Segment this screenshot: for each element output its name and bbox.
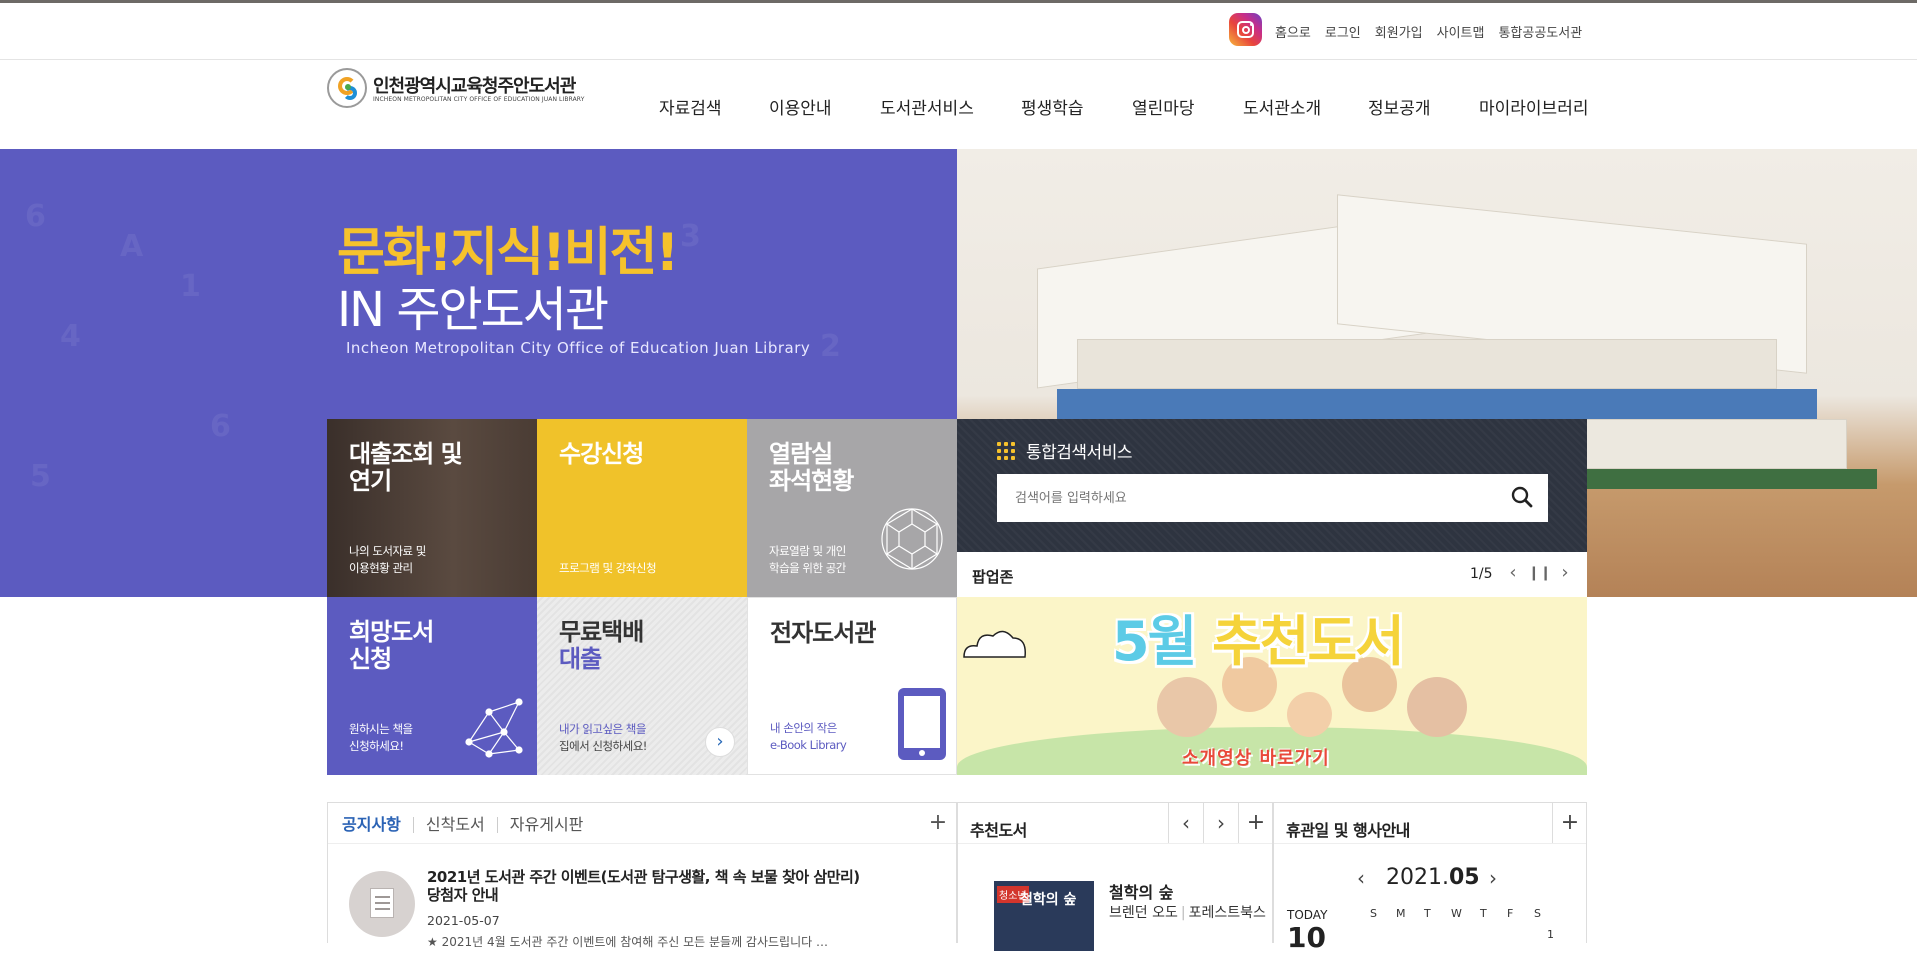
pause-icon[interactable]: ❙❙ — [1528, 562, 1551, 584]
tile-desc: 원하시는 책을 신청하세요! — [349, 722, 413, 753]
login-link[interactable]: 로그인 — [1325, 22, 1361, 41]
tile-ebook[interactable]: 전자도서관 내 손안의 작은 e-Book Library — [747, 597, 957, 775]
calendar-board: 휴관일 및 행사안내 + ‹ 2021.05 › TODAY 10 S M T … — [1273, 802, 1587, 954]
today-number: 10 — [1287, 921, 1326, 954]
book-cover[interactable]: 청소년 철학의 숲 — [994, 881, 1094, 951]
notice-board: 공지사항 신착도서 자유게시판 + 2021년 도서관 주간 이벤트(도서관 탐… — [327, 802, 957, 949]
tile-title: 열람실 좌석현황 — [769, 440, 854, 495]
utility-links: 홈으로 로그인 회원가입 사이트맵 통합공공도서관 — [1275, 22, 1596, 41]
nav-item-guide[interactable]: 이용안내 — [769, 94, 832, 119]
tile-title: 수강신청 — [559, 440, 644, 468]
instagram-icon[interactable] — [1229, 13, 1262, 46]
tile-hope-book[interactable]: 희망도서 신청 원하시는 책을 신청하세요! — [327, 597, 537, 775]
book-title[interactable]: 철학의 숲 — [1109, 879, 1173, 903]
site-header: 인천광역시교육청주안도서관 INCHEON METROPOLITAN CITY … — [0, 60, 1917, 148]
chevron-left-icon[interactable]: ‹ — [1168, 803, 1203, 843]
chevron-right-icon[interactable]: › — [1203, 803, 1238, 843]
tile-title: 희망도서 신청 — [349, 618, 434, 673]
search-input[interactable] — [997, 474, 1548, 522]
popup-counter: 1/5 — [1470, 566, 1493, 582]
nav-item-info[interactable]: 정보공개 — [1368, 94, 1431, 119]
tile-desc: 자료열람 및 개인 학습을 위한 공간 — [769, 544, 846, 575]
integrated-search-panel: 통합검색서비스 — [957, 419, 1587, 552]
book-author: 브렌던 오도 | 포레스트북스 — [1109, 905, 1266, 921]
tile-title: 대출조회 및 연기 — [349, 440, 463, 495]
arrow-right-icon[interactable]: › — [705, 727, 735, 757]
tab-new-books[interactable]: 신착도서 — [412, 817, 497, 833]
banner-subtitle: 소개영상 바로가기 — [1182, 748, 1330, 769]
logo-english: INCHEON METROPOLITAN CITY OFFICE OF EDUC… — [373, 96, 585, 103]
mobile-phone-icon — [898, 688, 946, 760]
plus-icon[interactable]: + — [1238, 803, 1273, 843]
nav-item-open[interactable]: 열린마당 — [1132, 94, 1195, 119]
geodesic-sphere-icon — [881, 508, 943, 570]
chevron-right-icon[interactable]: › — [1489, 866, 1497, 890]
banner-headline: 5월 추천도서 — [1112, 610, 1405, 673]
popup-zone-label: 팝업존 — [972, 568, 1014, 586]
prev-icon[interactable]: ‹ — [1502, 562, 1524, 584]
tile-course-apply[interactable]: 수강신청 프로그램 및 강좌신청 — [537, 419, 747, 597]
network-icon — [465, 698, 523, 758]
plus-icon[interactable]: + — [1552, 803, 1587, 843]
tile-title: 무료택배 대출 — [559, 618, 644, 673]
tile-loan-check[interactable]: 대출조회 및 연기 나의 도서자료 및 이용현황 관리 — [327, 419, 537, 597]
utility-bar: 홈으로 로그인 회원가입 사이트맵 통합공공도서관 — [0, 3, 1917, 60]
search-icon[interactable] — [1511, 486, 1533, 508]
popup-zone-header: 팝업존 1/5 ‹ ❙❙ › — [957, 552, 1587, 597]
calendar-day[interactable]: 1 — [1547, 928, 1554, 941]
home-link[interactable]: 홈으로 — [1275, 22, 1311, 41]
nav-item-service[interactable]: 도서관서비스 — [880, 94, 974, 119]
tile-title: 전자도서관 — [770, 619, 876, 647]
chevron-left-icon[interactable]: ‹ — [1357, 866, 1365, 890]
tile-reading-room[interactable]: 열람실 좌석현황 자료열람 및 개인 학습을 위한 공간 — [747, 419, 957, 597]
emblem-icon — [327, 68, 367, 108]
nav-item-search[interactable]: 자료검색 — [659, 94, 722, 119]
family-illustration — [1157, 677, 1217, 737]
today-label: TODAY — [1287, 908, 1328, 922]
next-icon[interactable]: › — [1554, 562, 1576, 584]
hero-slogan-english: Incheon Metropolitan City Office of Educ… — [346, 339, 811, 357]
tile-desc: 나의 도서자료 및 이용현황 관리 — [349, 544, 426, 575]
tab-free-board[interactable]: 자유게시판 — [496, 817, 596, 833]
calendar-title: 휴관일 및 행사안내 — [1286, 821, 1410, 840]
notice-date: 2021-05-07 — [427, 913, 500, 928]
logo-name: 인천광역시교육청주안도서관 — [373, 76, 576, 97]
hero-slogan-sub: IN 주안도서관 — [337, 282, 609, 338]
public-library-link[interactable]: 통합공공도서관 — [1498, 22, 1582, 41]
popup-banner[interactable]: 5월 추천도서 소개영상 바로가기 — [957, 597, 1587, 775]
search-title: 통합검색서비스 — [1026, 443, 1132, 463]
notice-excerpt: ★ 2021년 4월 도서관 주간 이벤트에 참여해 주신 모든 분들께 감사드… — [427, 935, 828, 949]
tile-free-delivery[interactable]: 무료택배 대출 내가 읽고싶은 책을 집에서 신청하세요! › — [537, 597, 747, 775]
sitemap-link[interactable]: 사이트맵 — [1437, 22, 1485, 41]
nav-item-about[interactable]: 도서관소개 — [1243, 94, 1321, 119]
tile-desc: 프로그램 및 강좌신청 — [559, 561, 657, 575]
cloud-icon — [963, 630, 1026, 658]
tab-notice[interactable]: 공지사항 — [342, 817, 413, 833]
recommend-title: 추천도서 — [970, 821, 1027, 840]
document-icon — [349, 871, 415, 937]
nav-item-lifelong[interactable]: 평생학습 — [1021, 94, 1084, 119]
recommend-board: 추천도서 ‹ › + 청소년 철학의 숲 철학의 숲 브렌던 오도 | 포레스트북스 — [957, 802, 1273, 951]
nav-item-mylibrary[interactable]: 마이라이브러리 — [1479, 94, 1588, 119]
notice-tabs: 공지사항 신착도서 자유게시판 — [342, 817, 595, 833]
library-logo[interactable]: 인천광역시교육청주안도서관 INCHEON METROPOLITAN CITY … — [327, 68, 587, 112]
tile-desc: 내 손안의 작은 e-Book Library — [770, 721, 847, 752]
grid-dots-icon — [997, 442, 1015, 460]
plus-icon[interactable]: + — [920, 803, 956, 843]
notice-title[interactable]: 2021년 도서관 주간 이벤트(도서관 탐구생활, 책 속 보물 찾아 삼만리… — [427, 868, 877, 904]
tile-desc: 내가 읽고싶은 책을 집에서 신청하세요! — [559, 722, 647, 753]
signup-link[interactable]: 회원가입 — [1375, 22, 1423, 41]
calendar-month: 2021.05 — [1386, 865, 1480, 890]
